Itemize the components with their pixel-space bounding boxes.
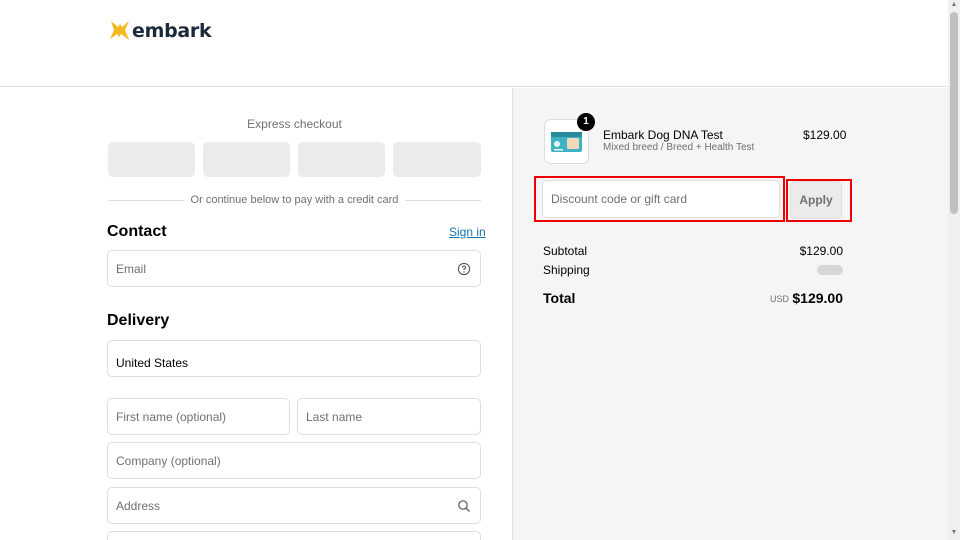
subtotal-value: $129.00 [799,244,843,258]
email-field[interactable]: Email [107,250,481,287]
search-icon[interactable] [457,499,471,513]
order-summary: Embark Dog DNA Test Mixed breed / Breed … [512,88,948,540]
first-name-field[interactable]: First name (optional) [107,398,290,435]
discount-highlight-box [534,176,785,222]
checkout-form: Express checkout Or continue below to pa… [0,88,512,540]
page-scrollbar[interactable]: ▲ ▼ [948,0,960,540]
apply-highlight-box [786,179,852,222]
express-pay-button-1[interactable] [108,142,195,177]
total-row: Total USD $129.00 [543,290,843,308]
company-field[interactable]: Company (optional) [107,442,481,479]
header: embark [0,0,948,87]
subtotal-row: Subtotal $129.00 [543,244,843,258]
express-pay-button-3[interactable] [298,142,385,177]
last-name-field[interactable]: Last name [297,398,481,435]
email-placeholder: Email [116,261,147,276]
help-circle-icon[interactable] [457,262,471,276]
address-placeholder: Address [116,498,161,513]
total-currency: USD [769,294,789,304]
express-checkout-title: Express checkout [247,117,342,131]
product-name: Embark Dog DNA Test [603,128,723,142]
delivery-heading: Delivery [107,312,170,329]
shipping-row: Shipping [543,263,843,277]
total-value: $129.00 [792,290,843,306]
express-pay-button-4[interactable] [393,142,481,177]
first-name-placeholder: First name (optional) [116,409,227,424]
next-field-partial[interactable] [107,531,481,540]
express-pay-button-2[interactable] [203,142,290,177]
shipping-label: Shipping [543,263,590,277]
country-value: United States [116,355,189,370]
contact-heading: Contact [107,223,167,240]
shipping-loading-placeholder [817,265,843,275]
address-field[interactable]: Address [107,487,481,524]
logo-mark-icon [110,21,129,40]
logo-text: embark [132,20,212,42]
quantity-badge: 1 [577,113,595,131]
scroll-down-arrow-icon[interactable]: ▼ [950,529,958,537]
last-name-placeholder: Last name [306,409,363,424]
subtotal-label: Subtotal [543,244,588,258]
product-variant: Mixed breed / Breed + Health Test [603,142,755,153]
divider-text: Or continue below to pay with a credit c… [190,194,399,206]
company-placeholder: Company (optional) [116,453,221,468]
country-select[interactable]: United States [107,340,481,377]
scroll-up-arrow-icon[interactable]: ▲ [950,1,958,9]
total-label: Total [543,290,576,306]
express-divider: Or continue below to pay with a credit c… [108,193,481,207]
sign-in-link[interactable]: Sign in [449,225,486,239]
embark-logo[interactable]: embark [108,18,212,44]
scroll-thumb[interactable] [950,12,958,214]
product-price: $129.00 [803,128,847,142]
